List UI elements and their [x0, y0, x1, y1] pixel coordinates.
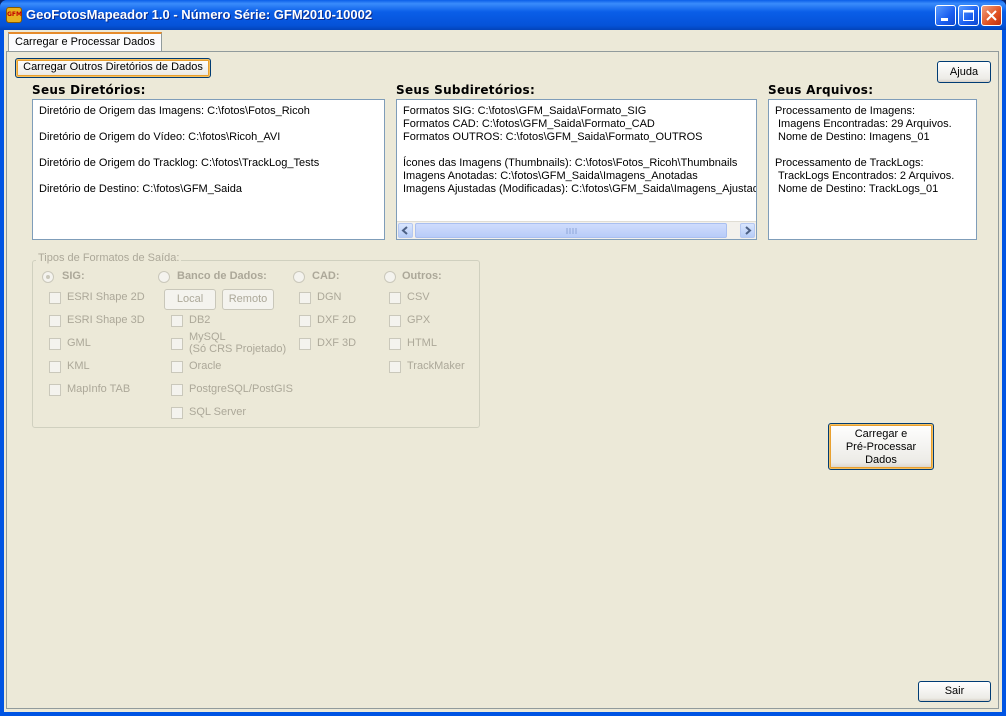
minimize-button[interactable] [935, 5, 956, 26]
preprocess-line-2: Pré-Processar [845, 441, 917, 453]
client-area: Carregar e Processar Dados Carregar Outr… [4, 30, 1002, 712]
chevron-right-icon [745, 226, 752, 235]
exit-button[interactable]: Sair [918, 681, 991, 702]
list-item: Processamento de Imagens: [775, 105, 916, 117]
directories-heading: Seus Diretórios: [32, 83, 146, 97]
gpx-label: GPX [407, 314, 431, 326]
cad-label: CAD: [312, 270, 340, 282]
esri-shape-2d-checkbox[interactable] [49, 292, 61, 304]
kml-label: KML [67, 360, 90, 372]
scroll-left-button[interactable] [398, 223, 413, 238]
csv-label: CSV [407, 291, 430, 303]
list-item: TrackLogs Encontrados: 2 Arquivos. [778, 170, 955, 182]
output-formats-legend: Tipos de Formatos de Saída: [36, 252, 182, 264]
preprocess-data-button[interactable]: Carregar e Pré-Processar Dados [828, 423, 934, 470]
close-button[interactable] [981, 5, 1002, 26]
oracle-checkbox[interactable] [171, 361, 183, 373]
list-item: Formatos SIG: C:\fotos\GFM_Saida\Formato… [403, 105, 647, 117]
subdirectories-list[interactable]: Formatos SIG: C:\fotos\GFM_Saida\Formato… [396, 99, 757, 240]
db2-label: DB2 [189, 314, 211, 326]
db-label: Banco de Dados: [177, 270, 267, 282]
mysql-checkbox[interactable] [171, 338, 183, 350]
outros-label: Outros: [402, 270, 442, 282]
files-list[interactable]: Processamento de Imagens: Imagens Encont… [768, 99, 977, 240]
gml-checkbox[interactable] [49, 338, 61, 350]
sql-server-checkbox[interactable] [171, 407, 183, 419]
app-icon: GFM [6, 7, 22, 23]
trackmaker-checkbox[interactable] [389, 361, 401, 373]
scroll-thumb[interactable] [415, 223, 727, 238]
list-item: Diretório de Origem do Vídeo: C:\fotos\R… [39, 131, 281, 143]
list-item: Diretório de Origem do Tracklog: C:\foto… [39, 157, 320, 169]
grip-icon [566, 228, 577, 234]
window-title: GeoFotosMapeador 1.0 - Número Série: GFM… [26, 7, 373, 22]
outros-radio[interactable] [384, 271, 396, 283]
html-checkbox[interactable] [389, 338, 401, 350]
list-item: Diretório de Origem das Imagens: C:\foto… [39, 105, 310, 117]
dgn-label: DGN [317, 291, 342, 303]
local-button[interactable]: Local [164, 289, 216, 310]
list-item: Formatos OUTROS: C:\fotos\GFM_Saida\Form… [403, 131, 703, 143]
list-item: Nome de Destino: Imagens_01 [778, 131, 930, 143]
postgresql-label: PostgreSQL/PostGIS [189, 383, 293, 395]
dxf-3d-label: DXF 3D [317, 337, 357, 349]
list-item: Imagens Ajustadas (Modificadas): C:\foto… [403, 183, 757, 195]
kml-checkbox[interactable] [49, 361, 61, 373]
db2-checkbox[interactable] [171, 315, 183, 327]
sig-label: SIG: [62, 270, 85, 282]
mapinfo-tab-checkbox[interactable] [49, 384, 61, 396]
scroll-right-button[interactable] [740, 223, 755, 238]
subdirectories-heading: Seus Subdiretórios: [396, 83, 536, 97]
close-icon [986, 10, 997, 21]
tab-page: Carregar Outros Diretórios de Dados Ajud… [6, 51, 999, 709]
directories-list[interactable]: Diretório de Origem das Imagens: C:\foto… [32, 99, 385, 240]
html-label: HTML [407, 337, 437, 349]
files-heading: Seus Arquivos: [768, 83, 874, 97]
sql-server-label: SQL Server [189, 406, 247, 418]
esri-shape-3d-checkbox[interactable] [49, 315, 61, 327]
title-bar[interactable]: GFM GeoFotosMapeador 1.0 - Número Série:… [0, 0, 1006, 30]
main-window: GFM GeoFotosMapeador 1.0 - Número Série:… [0, 0, 1006, 716]
cad-radio[interactable] [293, 271, 305, 283]
list-item: Ícones das Imagens (Thumbnails): C:\foto… [403, 157, 738, 169]
remote-button[interactable]: Remoto [222, 289, 274, 310]
esri-shape-2d-label: ESRI Shape 2D [67, 291, 145, 303]
preprocess-line-1: Carregar e [854, 428, 908, 440]
maximize-button[interactable] [958, 5, 979, 26]
dxf-2d-checkbox[interactable] [299, 315, 311, 327]
horizontal-scrollbar[interactable] [397, 221, 756, 239]
dxf-3d-checkbox[interactable] [299, 338, 311, 350]
esri-shape-3d-label: ESRI Shape 3D [67, 314, 145, 326]
chevron-left-icon [401, 226, 408, 235]
list-item: Imagens Anotadas: C:\fotos\GFM_Saida\Ima… [403, 170, 698, 182]
maximize-icon [963, 10, 974, 21]
mysql-note: (Só CRS Projetado) [189, 343, 287, 355]
gml-label: GML [67, 337, 91, 349]
sig-radio[interactable] [42, 271, 54, 283]
list-item: Nome de Destino: TrackLogs_01 [778, 183, 939, 195]
mapinfo-tab-label: MapInfo TAB [67, 383, 131, 395]
dgn-checkbox[interactable] [299, 292, 311, 304]
minimize-icon [941, 18, 948, 21]
csv-checkbox[interactable] [389, 292, 401, 304]
load-directories-button[interactable]: Carregar Outros Diretórios de Dados [15, 58, 211, 78]
list-item: Processamento de TrackLogs: [775, 157, 924, 169]
list-item: Imagens Encontradas: 29 Arquivos. [778, 118, 952, 130]
db-radio[interactable] [158, 271, 170, 283]
list-item: Diretório de Destino: C:\fotos\GFM_Saida [39, 183, 242, 195]
oracle-label: Oracle [189, 360, 222, 372]
trackmaker-label: TrackMaker [407, 360, 465, 372]
preprocess-line-3: Dados [865, 454, 897, 466]
help-button[interactable]: Ajuda [937, 61, 991, 83]
gpx-checkbox[interactable] [389, 315, 401, 327]
mysql-label: MySQL [189, 331, 226, 343]
postgresql-checkbox[interactable] [171, 384, 183, 396]
dxf-2d-label: DXF 2D [317, 314, 357, 326]
tab-carregar-processar[interactable]: Carregar e Processar Dados [8, 32, 163, 52]
list-item: Formatos CAD: C:\fotos\GFM_Saida\Formato… [403, 118, 655, 130]
